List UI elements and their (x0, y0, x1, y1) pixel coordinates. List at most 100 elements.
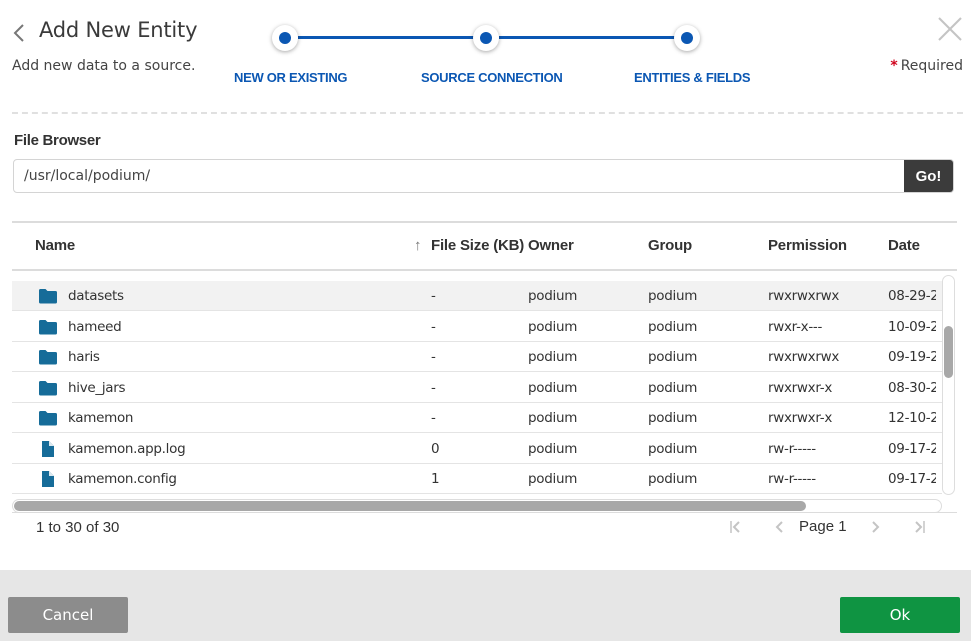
folder-icon (39, 380, 57, 395)
cell-owner: podium (528, 288, 578, 304)
required-note: * Required (890, 58, 963, 74)
step-dot-entities-fields[interactable] (674, 25, 700, 51)
folder-row[interactable]: haris - podium podium rwxrwxrwx 09-19-201 (12, 342, 942, 372)
cell-owner: podium (528, 471, 578, 487)
column-header-permission[interactable]: Permission (768, 237, 847, 254)
file-icon (42, 471, 54, 487)
dialog-footer: Cancel Ok (0, 570, 971, 641)
column-header-name[interactable]: Name (35, 237, 75, 254)
step-label-entities-fields[interactable]: ENTITIES & FIELDS (634, 70, 751, 85)
dialog-title: Add New Entity (39, 18, 198, 42)
cell-date: 10-09-201 (888, 318, 936, 335)
dialog-header: Add New Entity Add new data to a source.… (0, 0, 971, 115)
cell-permission: rw-r----- (768, 471, 816, 487)
next-page-icon[interactable] (871, 520, 881, 534)
folder-row[interactable]: hameed - podium podium rwxr-x--- 10-09-201 (12, 311, 942, 342)
folder-row[interactable]: kamemon - podium podium rwxrwxr-x 12-10-201 (12, 403, 942, 433)
file-row[interactable]: kamemon.app.log 0 podium podium rw-r----- 09-… (12, 433, 942, 464)
go-button[interactable]: Go! (904, 160, 953, 192)
cell-date: 08-30-201 (888, 379, 936, 396)
cell-name: kamemon (68, 410, 134, 426)
cell-owner: podium (528, 410, 578, 426)
cell-group: podium (648, 379, 698, 396)
cell-group: podium (648, 288, 698, 304)
step-dot-new-or-existing[interactable] (272, 25, 298, 51)
step-connector (499, 36, 677, 39)
cancel-button[interactable]: Cancel (8, 597, 128, 633)
cell-date: 09-17-201 (888, 471, 936, 487)
folder-icon (39, 411, 57, 426)
cell-name: kamemon.app.log (68, 440, 186, 457)
back-chevron-icon[interactable] (10, 22, 30, 44)
cell-owner: podium (528, 349, 578, 365)
cell-permission: rw-r----- (768, 440, 816, 457)
file-grid: Name ↑ File Size (KB) Owner Group Permis… (12, 221, 957, 514)
cell-name: hameed (68, 318, 122, 335)
column-header-group[interactable]: Group (648, 237, 692, 254)
row-count-summary: 1 to 30 of 30 (36, 519, 120, 536)
cell-permission: rwxr-x--- (768, 318, 823, 335)
required-label: Required (900, 58, 963, 74)
cell-date: 09-17-201 (888, 440, 936, 457)
step-dot-source-connection[interactable] (473, 25, 499, 51)
cell-file-size: - (431, 318, 436, 335)
step-label-new-or-existing[interactable]: NEW OR EXISTING (234, 70, 348, 85)
file-icon (42, 440, 54, 457)
close-icon[interactable] (936, 15, 964, 43)
folder-icon (39, 350, 57, 365)
vertical-scrollbar[interactable] (942, 275, 955, 495)
column-header-owner[interactable]: Owner (528, 237, 574, 254)
cell-group: podium (648, 318, 698, 335)
step-connector (298, 36, 476, 39)
sort-ascending-icon: ↑ (414, 237, 422, 254)
cell-owner: podium (528, 379, 578, 396)
cell-date: 08-29-201 (888, 288, 936, 304)
cell-file-size: - (431, 288, 436, 304)
folder-icon (39, 289, 57, 304)
cell-name: datasets (68, 288, 124, 304)
page-indicator: Page 1 (799, 518, 847, 535)
header-divider (12, 112, 963, 114)
horizontal-scrollbar[interactable] (12, 499, 942, 513)
column-header-file-size[interactable]: File Size (KB) (431, 237, 524, 254)
folder-row[interactable]: datasets - podium podium rwxrwxrwx 08-29-201 (12, 281, 942, 311)
cell-group: podium (648, 349, 698, 365)
first-page-icon[interactable] (729, 520, 741, 534)
cell-name: hive_jars (68, 379, 126, 396)
path-input[interactable] (14, 160, 904, 192)
cell-permission: rwxrwxr-x (768, 379, 833, 396)
dialog-subtitle: Add new data to a source. (12, 58, 196, 74)
cell-permission: rwxrwxrwx (768, 288, 840, 304)
horizontal-scrollbar-thumb[interactable] (14, 501, 806, 511)
ok-button[interactable]: Ok (840, 597, 960, 633)
required-star: * (890, 58, 898, 74)
file-browser-label: File Browser (14, 132, 101, 149)
cell-group: podium (648, 410, 698, 426)
cell-file-size: - (431, 379, 436, 396)
last-page-icon[interactable] (914, 520, 926, 534)
cell-file-size: - (431, 349, 436, 365)
cell-date: 12-10-201 (888, 410, 936, 426)
cell-file-size: - (431, 410, 436, 426)
previous-page-icon[interactable] (774, 520, 784, 534)
folder-icon (39, 319, 57, 334)
cell-name: haris (68, 349, 100, 365)
cell-file-size: 0 (431, 440, 440, 457)
column-header-date[interactable]: Date (888, 237, 920, 254)
cell-permission: rwxrwxrwx (768, 349, 840, 365)
file-row[interactable]: kamemon.config 1 podium podium rw-r----- 09-1… (12, 464, 942, 494)
cell-owner: podium (528, 318, 578, 335)
folder-row[interactable]: hive_jars - podium podium rwxrwxr-x 08-30-201 (12, 372, 942, 403)
grid-header: Name ↑ File Size (KB) Owner Group Permis… (12, 223, 957, 271)
cell-group: podium (648, 471, 698, 487)
cell-file-size: 1 (431, 471, 440, 487)
cell-date: 09-19-201 (888, 349, 936, 365)
cell-name: kamemon.config (68, 471, 177, 487)
cell-permission: rwxrwxr-x (768, 410, 833, 426)
grid-body: datasets - podium podium rwxrwxrwx 08-29-201 h… (12, 273, 942, 497)
path-field: Go! (13, 159, 954, 193)
vertical-scrollbar-thumb[interactable] (944, 326, 953, 378)
cell-group: podium (648, 440, 698, 457)
step-label-source-connection[interactable]: SOURCE CONNECTION (421, 70, 563, 85)
grid-bottom-border (12, 512, 957, 513)
